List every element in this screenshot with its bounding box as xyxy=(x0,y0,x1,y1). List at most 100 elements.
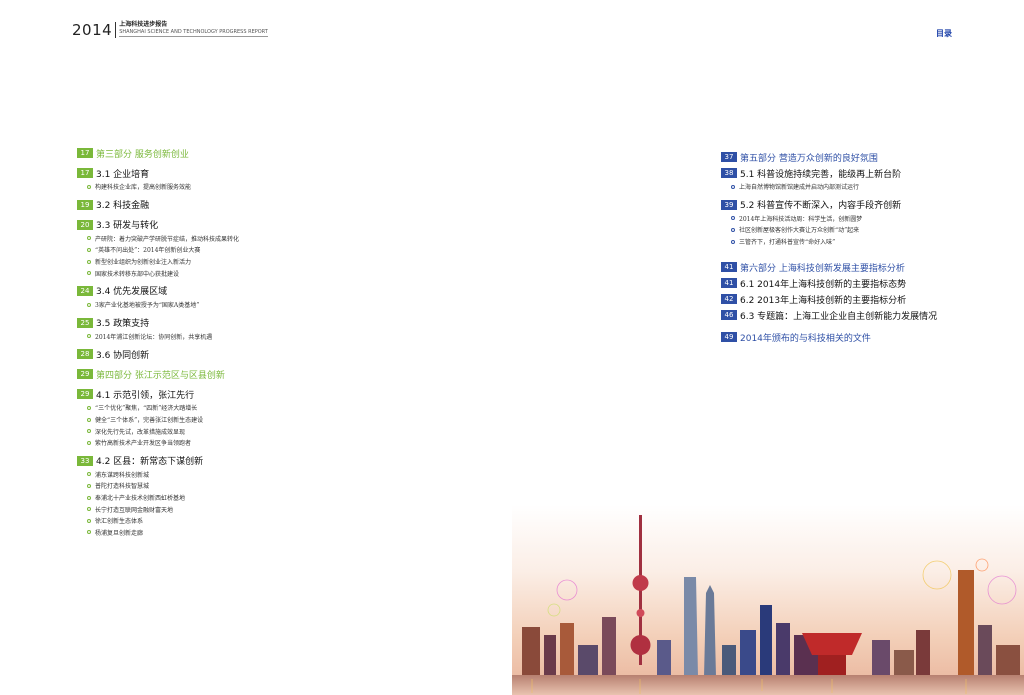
toc-part-5[interactable]: 37 第五部分 营造万众创新的良好氛围 xyxy=(721,149,1001,165)
toc-subitem[interactable]: 社区创新屋极客创作大赛让万众创新“动”起来 xyxy=(721,224,1001,236)
page-number: 20 xyxy=(77,219,93,230)
bullet-icon xyxy=(87,530,91,535)
header-divider xyxy=(115,22,117,38)
toc-section-4-1[interactable]: 29 4.1 示范引领，张江先行 xyxy=(77,386,397,402)
section-title: 6.3 专题篇：上海工业企业自主创新能力发展情况 xyxy=(740,311,938,322)
page-number: 28 xyxy=(77,349,93,360)
bullet-icon xyxy=(87,507,91,512)
report-year: 2014 xyxy=(72,21,113,39)
bullet-icon xyxy=(731,227,735,232)
section-title: 3.2 科技金融 xyxy=(96,201,150,212)
toc-section-3-5[interactable]: 25 3.5 政策支持 xyxy=(77,315,397,331)
part-title: 第五部分 营造万众创新的良好氛围 xyxy=(740,153,878,164)
toc-subitem[interactable]: 深化先行先试，改革措施成效显现 xyxy=(77,425,397,437)
section-title: 3.3 研发与转化 xyxy=(96,221,159,232)
bullet-icon xyxy=(87,334,91,339)
toc-subitem[interactable]: 2014年上海科技活动周：科学生活，创新圆梦 xyxy=(721,213,1001,225)
toc-subitem[interactable]: 新型创业组织为创新创业注入新活力 xyxy=(77,256,397,268)
toc-subitem[interactable]: 产研院：着力突破产学研脱节症结，推动科技成果转化 xyxy=(77,233,397,245)
section-title: 3.6 协同创新 xyxy=(96,350,150,361)
section-title: 6.2 2013年上海科技创新的主要指标分析 xyxy=(740,295,907,306)
toc-section-3-2[interactable]: 19 3.2 科技金融 xyxy=(77,197,397,213)
toc-section-5-1[interactable]: 38 5.1 科普设施持续完善，能级再上新台阶 xyxy=(721,165,1001,181)
bullet-icon xyxy=(87,518,91,523)
page-number: 38 xyxy=(721,168,737,178)
part-title: 2014年颁布的与科技相关的文件 xyxy=(740,333,871,344)
toc-subitem[interactable]: 奉浦北十产业技术创新西虹桥基地 xyxy=(77,492,397,504)
bullet-icon xyxy=(87,271,91,276)
bullet-icon xyxy=(731,239,735,244)
bullet-icon xyxy=(87,236,91,241)
shanghai-skyline-image xyxy=(512,505,1024,695)
section-title: 6.1 2014年上海科技创新的主要指标态势 xyxy=(740,279,907,290)
bullet-icon xyxy=(87,440,91,445)
section-title: 3.1 企业培育 xyxy=(96,169,150,180)
toc-subitem[interactable]: 国家技术转移东部中心获批建设 xyxy=(77,267,397,279)
section-title: 3.4 优先发展区域 xyxy=(96,287,168,298)
bullet-icon xyxy=(87,483,91,488)
report-title-en: SHANGHAI SCIENCE AND TECHNOLOGY PROGRESS… xyxy=(119,29,268,37)
bullet-icon xyxy=(87,302,91,307)
toc-documents[interactable]: 49 2014年颁布的与科技相关的文件 xyxy=(721,329,1001,345)
page-number: 29 xyxy=(77,369,93,380)
bullet-icon xyxy=(87,429,91,434)
page-number: 37 xyxy=(721,152,737,162)
toc-section-3-3[interactable]: 20 3.3 研发与转化 xyxy=(77,217,397,233)
page-number: 33 xyxy=(77,455,93,466)
bullet-icon xyxy=(87,405,91,410)
section-title: 5.2 科普宣传不断深入，内容手段齐创新 xyxy=(740,201,902,212)
page-number: 17 xyxy=(77,148,93,158)
page-number: 42 xyxy=(721,294,737,305)
toc-subitem[interactable]: 徐汇创新生态体系 xyxy=(77,515,397,527)
report-title-block: 上海科技进步报告 SHANGHAI SCIENCE AND TECHNOLOGY… xyxy=(119,21,268,37)
page-number: 41 xyxy=(721,278,737,289)
part-title: 第三部分 服务创新创业 xyxy=(96,149,189,160)
toc-subitem[interactable]: “英雄不问出处”：2014年创新创业大赛 xyxy=(77,244,397,256)
toc-subitem[interactable]: 长宁打造互联网金融财富天地 xyxy=(77,503,397,515)
report-header: 2014 上海科技进步报告 SHANGHAI SCIENCE AND TECHN… xyxy=(72,21,268,39)
part-title: 第四部分 张江示范区与区县创新 xyxy=(96,370,225,381)
page-number: 29 xyxy=(77,389,93,400)
toc-section-4-2[interactable]: 33 4.2 区县：新常态下谋创新 xyxy=(77,453,397,469)
bullet-icon xyxy=(87,247,91,252)
toc-section-3-6[interactable]: 28 3.6 协同创新 xyxy=(77,346,397,362)
toc-section-6-1[interactable]: 41 6.1 2014年上海科技创新的主要指标态势 xyxy=(721,275,1001,291)
toc-subitem[interactable]: 2014年浦江创新论坛：协同创新，共享机遇 xyxy=(77,331,397,343)
toc-part-6[interactable]: 41 第六部分 上海科技创新发展主要指标分析 xyxy=(721,259,1001,275)
part-title: 第六部分 上海科技创新发展主要指标分析 xyxy=(740,263,905,274)
toc-section-3-4[interactable]: 24 3.4 优先发展区域 xyxy=(77,283,397,299)
bullet-icon xyxy=(731,216,735,221)
toc-section-6-3[interactable]: 46 6.3 专题篇：上海工业企业自主创新能力发展情况 xyxy=(721,307,1001,323)
toc-section-3-1[interactable]: 17 3.1 企业培育 xyxy=(77,165,397,181)
toc-left-column: 17 第三部分 服务创新创业 17 3.1 企业培育 构建科技企业库，提高创新服… xyxy=(77,145,397,538)
report-title-cn: 上海科技进步报告 xyxy=(119,21,168,28)
toc-subitem[interactable]: 杨浦复旦创新走廊 xyxy=(77,527,397,539)
toc-subitem[interactable]: 普陀打造科技智慧城 xyxy=(77,480,397,492)
page-number: 41 xyxy=(721,262,737,273)
bullet-icon xyxy=(87,472,91,477)
toc-subitem[interactable]: 健全“三个体系”，完善张江创新生态建设 xyxy=(77,414,397,426)
toc-part-3[interactable]: 17 第三部分 服务创新创业 xyxy=(77,145,397,161)
page-number: 49 xyxy=(721,332,737,343)
toc-subitem[interactable]: 三管齐下，打通科普宣传“命好入味” xyxy=(721,236,1001,248)
toc-part-4[interactable]: 29 第四部分 张江示范区与区县创新 xyxy=(77,366,397,382)
page-number: 24 xyxy=(77,285,93,296)
page-number: 25 xyxy=(77,317,93,328)
toc-link[interactable]: 目录 xyxy=(936,28,952,39)
toc-subitem[interactable]: 上海自然博物馆新馆建成并启动内部测试运行 xyxy=(721,181,1001,193)
section-title: 4.1 示范引领，张江先行 xyxy=(96,390,195,401)
section-title: 4.2 区县：新常态下谋创新 xyxy=(96,457,204,468)
toc-subitem[interactable]: “三个优化”聚焦，“四新”经济大踏增长 xyxy=(77,402,397,414)
bullet-icon xyxy=(87,184,91,189)
toc-right-column: 37 第五部分 营造万众创新的良好氛围 38 5.1 科普设施持续完善，能级再上… xyxy=(721,149,1001,345)
page-number: 17 xyxy=(77,168,93,178)
toc-section-5-2[interactable]: 39 5.2 科普宣传不断深入，内容手段齐创新 xyxy=(721,197,1001,213)
section-title: 5.1 科普设施持续完善，能级再上新台阶 xyxy=(740,169,902,180)
toc-subitem[interactable]: 构建科技企业库，提高创新服务效能 xyxy=(77,181,397,193)
toc-section-6-2[interactable]: 42 6.2 2013年上海科技创新的主要指标分析 xyxy=(721,291,1001,307)
page-number: 46 xyxy=(721,310,737,321)
toc-subitem[interactable]: 紫竹高新技术产业开发区争当领跑者 xyxy=(77,437,397,449)
bullet-icon xyxy=(87,495,91,500)
toc-subitem[interactable]: 浦东谋跨科技创新城 xyxy=(77,469,397,481)
toc-subitem[interactable]: 3家产业化基地被授予为“国家A类基地” xyxy=(77,299,397,311)
